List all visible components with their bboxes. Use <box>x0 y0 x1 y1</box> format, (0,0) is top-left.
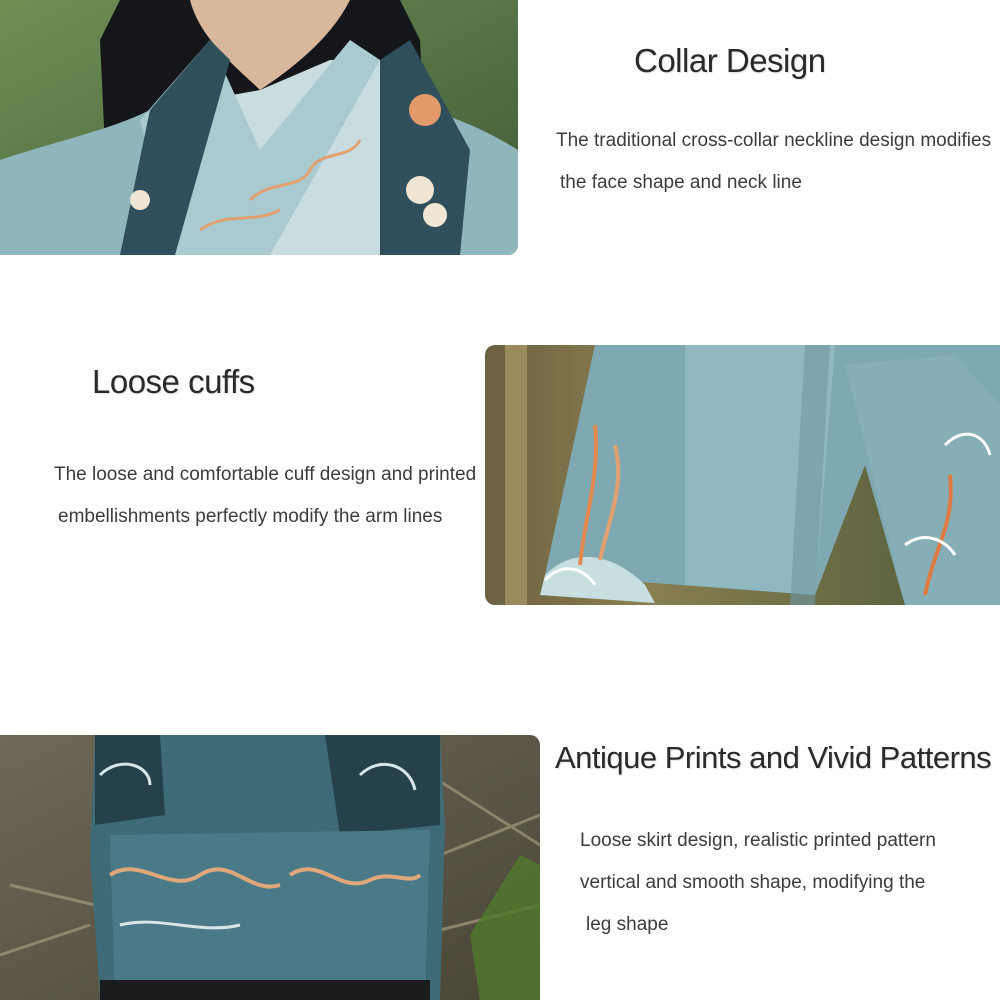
antique-prints-description: Loose skirt design, realistic printed pa… <box>580 820 936 946</box>
prints-description-line-1: Loose skirt design, realistic printed pa… <box>580 830 936 851</box>
cuffs-photo <box>485 345 1000 605</box>
cuffs-description-line-1: The loose and comfortable cuff design an… <box>54 464 477 485</box>
collar-description-line-1: The traditional cross-collar neckline de… <box>556 130 992 151</box>
collar-photo <box>0 0 518 255</box>
prints-description-line-2: vertical and smooth shape, modifying the <box>580 872 926 893</box>
antique-prints-heading: Antique Prints and Vivid Patterns <box>555 740 992 775</box>
collar-description-line-2: the face shape and neck line <box>560 172 802 193</box>
prints-description-line-3: leg shape <box>586 914 669 935</box>
cuffs-description-line-2: embellishments perfectly modify the arm … <box>58 506 443 527</box>
skirt-photo <box>0 735 540 1000</box>
collar-design-description: The traditional cross-collar neckline de… <box>556 120 991 204</box>
product-detail-page: Collar Design The traditional cross-coll… <box>0 0 1000 1000</box>
collar-design-heading: Collar Design <box>634 42 826 79</box>
loose-cuffs-description: The loose and comfortable cuff design an… <box>54 454 476 538</box>
loose-cuffs-heading: Loose cuffs <box>92 363 255 400</box>
